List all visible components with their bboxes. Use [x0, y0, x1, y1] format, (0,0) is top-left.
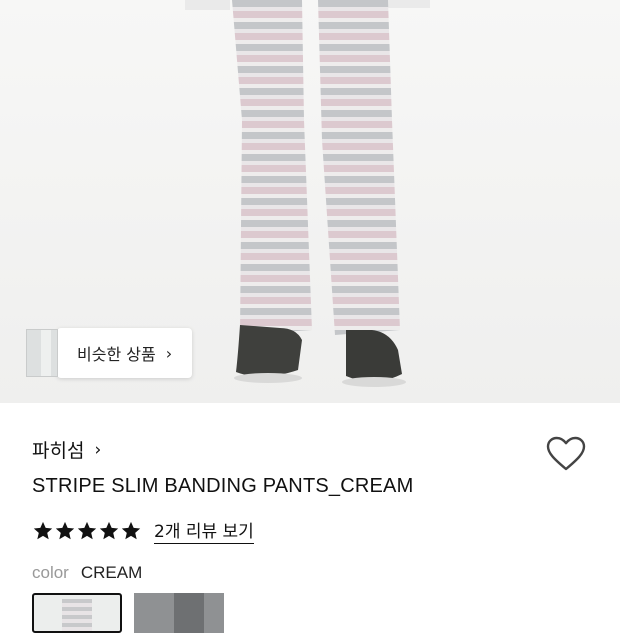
similar-products-button[interactable]: 비슷한 상품 ›	[26, 328, 193, 378]
color-option-row: color CREAM	[32, 563, 142, 583]
star-rating	[32, 520, 142, 542]
star-icon	[55, 521, 75, 539]
brand-name: 파히섬	[32, 440, 85, 462]
star-icon	[77, 521, 97, 539]
swatch-alternate[interactable]	[134, 593, 224, 633]
heart-outline-icon	[546, 436, 586, 471]
product-image[interactable]: 비슷한 상품 ›	[0, 0, 620, 403]
similar-products-pill[interactable]: 비슷한 상품 ›	[57, 328, 193, 378]
star-icon	[33, 521, 53, 539]
color-label: color	[32, 563, 69, 582]
star-icon	[121, 521, 141, 539]
brand-link[interactable]: 파히섬 ›	[32, 436, 101, 463]
wishlist-heart-button[interactable]	[546, 436, 586, 472]
similar-product-thumbnail	[26, 329, 58, 377]
color-value: CREAM	[80, 563, 143, 582]
chevron-right-icon: ›	[94, 439, 102, 460]
view-reviews-link[interactable]: 2개 리뷰 보기	[154, 517, 254, 544]
similar-products-label: 비슷한 상품	[77, 345, 156, 364]
chevron-right-icon: ›	[165, 343, 173, 363]
star-icon	[99, 521, 119, 539]
swatch-cream[interactable]	[32, 593, 122, 633]
rating-row: 2개 리뷰 보기	[32, 517, 254, 544]
product-title: STRIPE SLIM BANDING PANTS_CREAM	[32, 475, 414, 497]
color-swatches	[32, 593, 236, 633]
